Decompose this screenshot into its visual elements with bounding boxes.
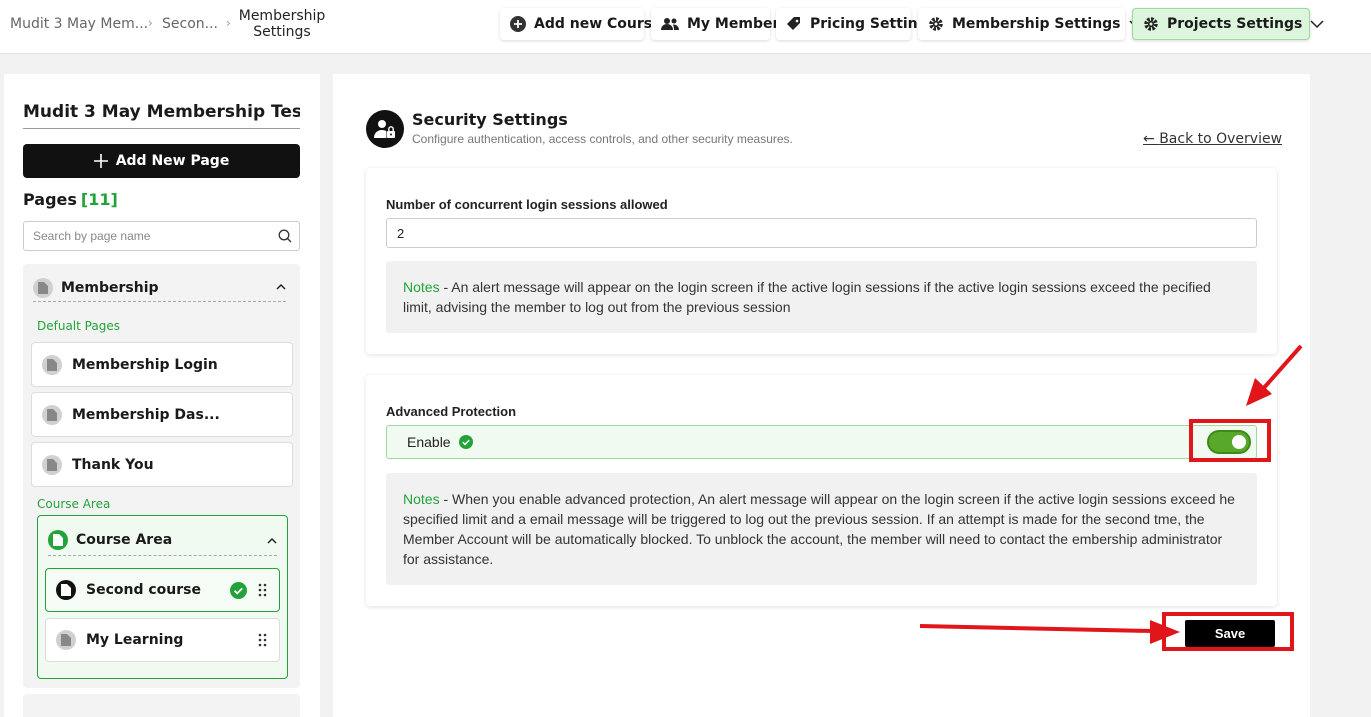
plus-circle-icon — [510, 16, 526, 32]
check-circle-icon — [230, 582, 247, 599]
chevron-right-icon: › — [226, 16, 231, 30]
top-bar: Mudit 3 May Mem... › Secon... › Membersh… — [0, 0, 1371, 54]
add-new-page-button[interactable]: Add New Page — [23, 144, 300, 178]
course-area-header[interactable]: Course Area — [48, 524, 277, 556]
sessions-input[interactable] — [386, 218, 1257, 248]
gear-icon — [929, 17, 943, 31]
page-item-second-course[interactable]: Second course — [45, 568, 280, 612]
page-item-thank-you[interactable]: Thank You — [31, 442, 293, 487]
next-group-panel — [23, 694, 300, 717]
sessions-card: Number of concurrent login sessions allo… — [366, 168, 1277, 354]
page-title: Security Settings — [412, 110, 568, 129]
pages-heading: Pages [11] — [23, 190, 118, 209]
enable-label: Enable — [407, 434, 451, 450]
back-link-label: Back to Overview — [1159, 131, 1283, 147]
page-item-label: Thank You — [72, 456, 154, 473]
users-icon — [661, 18, 679, 30]
sidebar-title: Mudit 3 May Membership Tes... — [23, 102, 300, 129]
page-item-label: Membership Login — [72, 356, 218, 373]
membership-group: Membership Defualt Pages Membership Logi… — [23, 264, 300, 688]
notes-text: - An alert message will appear on the lo… — [403, 279, 1211, 315]
projects-settings-dropdown[interactable]: Projects Settings — [1132, 8, 1324, 40]
enable-row: Enable — [386, 425, 1257, 459]
page-icon — [33, 277, 53, 298]
pricing-settings-button[interactable]: Pricing Settings — [776, 8, 936, 40]
page-subtitle: Configure authentication, access control… — [412, 132, 793, 146]
membership-settings-label: Membership Settings — [952, 16, 1121, 32]
page-item-membership-dashboard[interactable]: Membership Das... — [31, 392, 293, 437]
drag-handle-icon[interactable] — [258, 583, 267, 597]
chevron-right-icon: › — [148, 16, 153, 30]
page-icon — [56, 630, 76, 650]
page-icon — [48, 529, 68, 550]
toggle-highlight-box — [1189, 419, 1271, 462]
chevron-down-icon — [1310, 20, 1324, 29]
page-item-label: Second course — [86, 582, 201, 598]
advanced-protection-card: Advanced Protection Enable Notes - When … — [366, 375, 1277, 606]
page-item-label: Membership Das... — [72, 406, 220, 423]
check-circle-icon — [458, 435, 473, 449]
sessions-label: Number of concurrent login sessions allo… — [386, 197, 668, 212]
sessions-notes: Notes - An alert message will appear on … — [386, 261, 1257, 333]
page-icon — [42, 354, 62, 375]
add-new-course-button[interactable]: Add new Course — [500, 8, 662, 40]
course-area-label: Course Area — [37, 497, 111, 511]
page-icon — [42, 454, 62, 475]
advanced-protection-label: Advanced Protection — [386, 404, 517, 419]
add-new-course-label: Add new Course — [534, 16, 662, 32]
course-area-title: Course Area — [76, 531, 173, 548]
breadcrumb-current: Membership Settings — [238, 8, 326, 40]
breadcrumb-item-course[interactable]: Secon... — [162, 16, 218, 32]
page-icon — [42, 404, 62, 425]
pages-count: [11] — [80, 190, 118, 209]
membership-group-header[interactable]: Membership — [33, 274, 286, 302]
my-members-button[interactable]: My Members — [651, 8, 788, 40]
drag-handle-icon[interactable] — [258, 633, 267, 647]
pages-sidebar: Mudit 3 May Membership Tes... Add New Pa… — [4, 74, 320, 717]
advanced-protection-notes: Notes - When you enable advanced protect… — [386, 473, 1257, 585]
page-item-label: My Learning — [86, 632, 184, 648]
breadcrumb-item-membership[interactable]: Mudit 3 May Mem... — [10, 16, 148, 32]
tag-icon — [787, 17, 800, 30]
save-highlight-box — [1162, 612, 1294, 651]
page-item-membership-login[interactable]: Membership Login — [31, 342, 293, 387]
notes-text: - When you enable advanced protection, A… — [403, 491, 1235, 567]
projects-settings-label: Projects Settings — [1167, 16, 1303, 32]
back-to-overview-link[interactable]: ← Back to Overview — [1143, 131, 1282, 147]
search-icon[interactable] — [278, 229, 292, 243]
add-new-page-label: Add New Page — [115, 153, 230, 169]
plus-icon — [93, 154, 108, 168]
course-area-group: Course Area Second course My Learning — [37, 515, 288, 679]
user-lock-icon — [366, 110, 404, 148]
notes-label: Notes — [403, 491, 440, 507]
page-item-my-learning[interactable]: My Learning — [45, 618, 280, 662]
default-pages-label: Defualt Pages — [37, 319, 120, 333]
chevron-up-icon[interactable] — [267, 537, 277, 544]
gear-icon — [1144, 17, 1158, 31]
pages-label: Pages — [23, 190, 77, 209]
my-members-label: My Members — [687, 16, 788, 32]
chevron-up-icon[interactable] — [276, 283, 286, 290]
membership-group-title: Membership — [61, 279, 159, 296]
page-search-input[interactable] — [23, 221, 300, 251]
page-icon — [56, 580, 76, 600]
notes-label: Notes — [403, 279, 440, 295]
membership-settings-dropdown[interactable]: Membership Settings — [918, 8, 1143, 40]
